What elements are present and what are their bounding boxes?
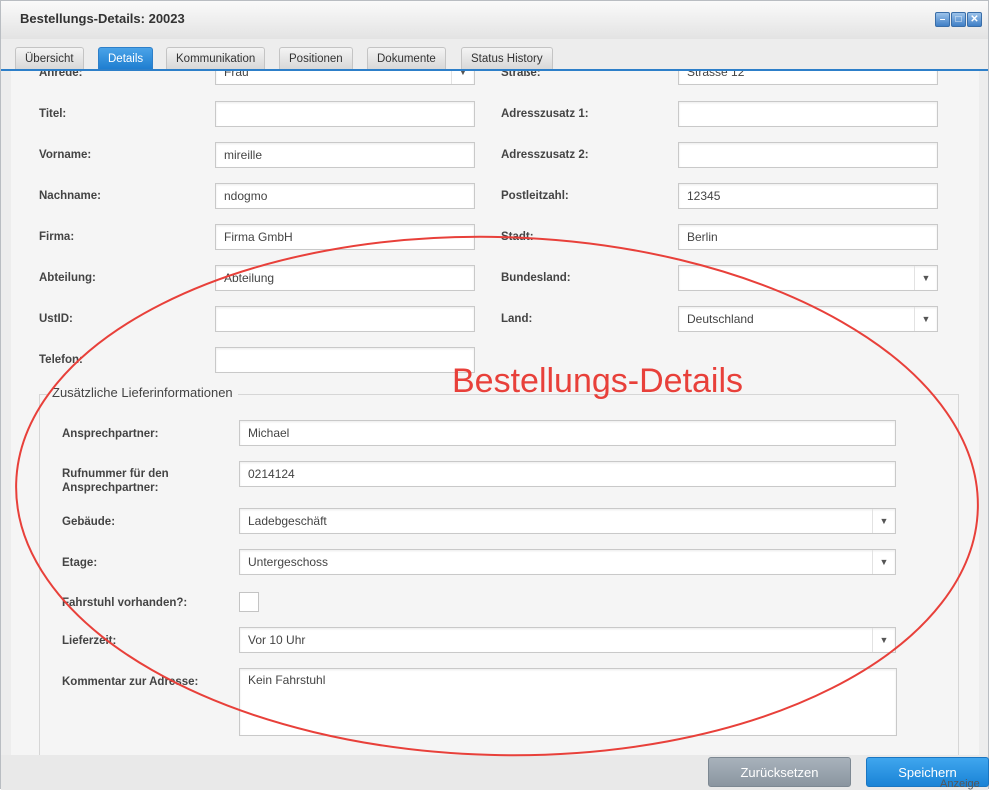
delivery-info-legend: Zusätzliche Lieferinformationen <box>47 385 238 400</box>
title-bar[interactable]: Bestellungs-Details: 20023 – □ ✕ <box>1 1 988 40</box>
tab-kommunikation[interactable]: Kommunikation <box>166 47 266 69</box>
tab-status-history[interactable]: Status History <box>461 47 553 69</box>
tab-positionen[interactable]: Positionen <box>279 47 353 69</box>
postleitzahl-label: Postleitzahl: <box>501 190 569 202</box>
etage-select[interactable]: Untergeschoss ▼ <box>239 549 896 575</box>
ustid-input[interactable] <box>215 306 475 332</box>
maximize-icon[interactable]: □ <box>951 12 966 27</box>
adresszusatz2-label: Adresszusatz 2: <box>501 149 589 161</box>
telefon-input[interactable] <box>215 347 475 373</box>
ansprechpartner-label: Ansprechpartner: <box>62 428 159 440</box>
land-label: Land: <box>501 313 533 325</box>
chevron-down-icon[interactable]: ▼ <box>914 266 937 290</box>
abteilung-label: Abteilung: <box>39 272 96 284</box>
postleitzahl-input[interactable]: 12345 <box>678 183 938 209</box>
minimize-icon[interactable]: – <box>935 12 950 27</box>
nachname-input[interactable]: ndogmo <box>215 183 475 209</box>
lieferzeit-label: Lieferzeit: <box>62 635 117 647</box>
window-title: Bestellungs-Details: 20023 <box>20 11 185 26</box>
kommentar-textarea[interactable]: Kein Fahrstuhl <box>239 668 897 736</box>
firma-input[interactable]: Firma GmbH <box>215 224 475 250</box>
ustid-label: UstID: <box>39 313 73 325</box>
chevron-down-icon[interactable]: ▼ <box>451 71 474 84</box>
titel-label: Titel: <box>39 108 67 120</box>
strasse-input[interactable]: Strasse 12 <box>678 71 938 85</box>
ansprechpartner-input[interactable]: Michael <box>239 420 896 446</box>
strasse-label: Straße: <box>501 71 541 79</box>
chevron-down-icon[interactable]: ▼ <box>872 550 895 574</box>
chevron-down-icon[interactable]: ▼ <box>914 307 937 331</box>
stadt-input[interactable]: Berlin <box>678 224 938 250</box>
etage-value: Untergeschoss <box>248 555 329 569</box>
anrede-label: Anrede: <box>39 71 83 79</box>
nachname-label: Nachname: <box>39 190 101 202</box>
vorname-input[interactable]: mireille <box>215 142 475 168</box>
tab-details[interactable]: Details <box>98 47 154 69</box>
anrede-select[interactable]: Frau ▼ <box>215 71 475 85</box>
details-form[interactable]: Anrede: Frau ▼ Titel: Vorname: mireille N… <box>11 71 979 755</box>
rufnummer-label-line2: Ansprechpartner: <box>62 482 159 494</box>
bundesland-select[interactable]: ▼ <box>678 265 938 291</box>
reset-button[interactable]: Zurücksetzen <box>708 757 851 787</box>
etage-label: Etage: <box>62 557 98 569</box>
adresszusatz1-input[interactable] <box>678 101 938 127</box>
lieferzeit-select[interactable]: Vor 10 Uhr ▼ <box>239 627 896 653</box>
vorname-label: Vorname: <box>39 149 92 161</box>
firma-label: Firma: <box>39 231 75 243</box>
rufnummer-input[interactable]: 0214124 <box>239 461 896 487</box>
chevron-down-icon[interactable]: ▼ <box>872 628 895 652</box>
stadt-label: Stadt: <box>501 231 534 243</box>
lieferzeit-value: Vor 10 Uhr <box>248 633 306 647</box>
chevron-down-icon[interactable]: ▼ <box>872 509 895 533</box>
close-icon[interactable]: ✕ <box>967 12 982 27</box>
fahrstuhl-label: Fahrstuhl vorhanden?: <box>62 597 188 609</box>
bundesland-label: Bundesland: <box>501 272 571 284</box>
cutoff-text: Anzeige <box>940 778 980 790</box>
tab-dokumente[interactable]: Dokumente <box>367 47 446 69</box>
land-value: Deutschland <box>687 312 754 326</box>
gebaeude-select[interactable]: Ladebgeschäft ▼ <box>239 508 896 534</box>
telefon-label: Telefon: <box>39 354 83 366</box>
rufnummer-label-line1: Rufnummer für den <box>62 468 169 480</box>
anrede-value: Frau <box>224 71 249 79</box>
gebaeude-label: Gebäude: <box>62 516 116 528</box>
tab-uebersicht[interactable]: Übersicht <box>15 47 84 69</box>
abteilung-input[interactable]: Abteilung <box>215 265 475 291</box>
annotation-text: Bestellungs-Details <box>452 362 744 400</box>
adresszusatz1-label: Adresszusatz 1: <box>501 108 589 120</box>
land-select[interactable]: Deutschland ▼ <box>678 306 938 332</box>
adresszusatz2-input[interactable] <box>678 142 938 168</box>
titel-input[interactable] <box>215 101 475 127</box>
gebaeude-value: Ladebgeschäft <box>248 514 327 528</box>
fahrstuhl-checkbox[interactable] <box>239 592 259 612</box>
kommentar-label: Kommentar zur Adresse: <box>62 676 199 688</box>
